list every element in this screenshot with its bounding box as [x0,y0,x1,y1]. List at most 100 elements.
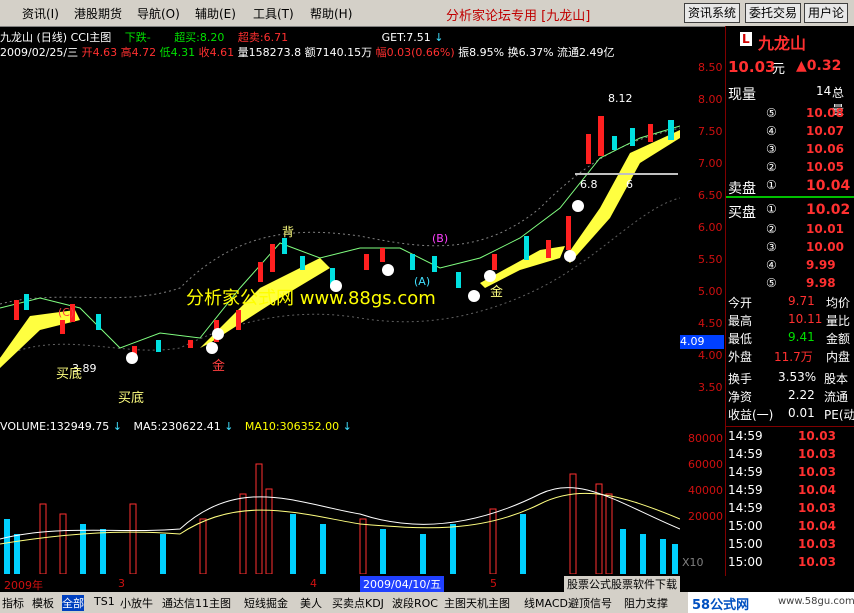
download-banner[interactable]: 股票公式股票软件下载 [564,576,680,592]
panel-stock-name: 九龙山 [758,34,807,53]
wave-c-label: (C) [58,306,74,319]
stat-value: 3.53% [778,370,817,384]
price-tick: 4.50 [698,317,723,330]
stat-value: 9.71 [788,294,815,308]
stock-name: 九龙山 [0,31,33,44]
tick-time: 14:59 [728,501,763,515]
price-tick: 6.00 [698,221,723,234]
price-tick: 5.00 [698,285,723,298]
stat-label: 最低 [728,332,753,346]
quote-info-bar: 九龙山 (日线) CCI主图 下跌- 超买:8.20 超卖:6.71 GET:7… [0,26,680,59]
tab-short-line[interactable]: 短线掘金 [244,595,288,611]
tick-time: 15:00 [728,555,763,569]
tab-top-signal[interactable]: 避顶信号 [568,595,612,611]
ask-level: ⑤ [766,106,777,120]
tab-xiaofangniu[interactable]: 小放牛 [120,595,153,611]
lower-channel-line [0,197,680,359]
ma-line [0,125,680,349]
tab-meiren[interactable]: 美人 [300,595,322,611]
tab-indicator[interactable]: 指标 [2,595,24,611]
bid1-price: 10.02 [806,202,851,218]
bid-level: ① [766,202,777,216]
tab-support[interactable]: 阻力支撑 [624,595,668,611]
menu-item-help[interactable]: 帮助(H) [310,5,352,22]
tick-time: 15:00 [728,537,763,551]
tab-ts1[interactable]: TS1 [94,595,115,608]
tick-price: 10.03 [798,501,836,515]
tick-list: 14:59 10.03 14:59 10.03 14:59 10.03 14:59 10… [726,426,854,569]
menu-item-hk-futures[interactable]: 港股期货 [74,5,122,22]
info-system-button[interactable]: 资讯系统 [684,3,741,23]
down-arrow-icon: ↓ [434,31,444,44]
menu-item-assist[interactable]: 辅助(E) [195,5,236,22]
volume-header: VOLUME:132949.75 ↓ MA5:230622.41 ↓ MA10:… [0,420,352,433]
price-6-label: 6 [626,178,633,191]
high-price-label: 8.12 [608,92,633,105]
period-label[interactable]: (日线) [37,31,68,44]
buy-bottom-label-1: 买底 [56,366,82,382]
tick-price: 10.03 [798,537,836,551]
volume-tick: 20000 [688,510,723,523]
panel-price: 10.03 [728,58,776,76]
logo-badge: L [740,32,752,46]
stat-value: 11.7万 [774,350,813,364]
indicator-tab-bar: 指标 模板 全部 TS1 小放牛 通达信11主图 短线掘金 美人 买卖点KDJ … [0,592,854,613]
date-mark: 3 [118,577,125,590]
buy-markers[interactable] [126,200,584,364]
stat-value: 0.01 [788,406,815,420]
stat-label: 今开 [728,296,753,310]
menu-item-nav[interactable]: 导航(O) [137,5,180,22]
tick-time: 14:59 [728,447,763,461]
stat-tail: 股本 [824,372,849,386]
stat-tail: PE(动 [824,408,854,422]
tab-all[interactable]: 全部 [62,595,84,611]
price-tick: 5.50 [698,253,723,266]
trade-button[interactable]: 委托交易 [745,3,802,23]
ask-price: 10.05 [806,160,844,174]
tab-roc[interactable]: 波段ROC [392,595,438,611]
ask-label: 卖盘 [728,181,756,197]
overbuy-label: 超买:8.20 [174,31,225,44]
menu-item-info[interactable]: 资讯(I) [22,5,59,22]
ask-level: ② [766,160,777,174]
tab-tdx11[interactable]: 通达信11主图 [162,595,231,611]
volume-chart[interactable] [0,434,680,574]
price-chart[interactable]: 分析家公式网 www.88gs.com 8.12 3.89 买底 买底 金 金 … [0,58,680,418]
bid-level: ③ [766,240,777,254]
menu-item-tools[interactable]: 工具(T) [253,5,294,22]
indicator-label[interactable]: CCI主图 [71,31,112,44]
trend-band-4 [565,130,680,263]
stat-tail: 流通 [824,390,849,404]
ask-price: 10.07 [806,124,844,138]
stat-value: 2.22 [788,388,815,402]
bid-level: ④ [766,258,777,272]
tick-time: 14:59 [728,429,763,443]
ma10-value: MA10:306352.00 [244,420,340,433]
ask-level: ④ [766,124,777,138]
tab-tianji[interactable]: 主图天机主图 [444,595,510,611]
volume-bars [4,463,678,574]
tab-template[interactable]: 模板 [32,595,54,611]
stat-tail: 均价 [826,296,851,310]
price-6-8-label: 6.8 [580,178,598,191]
price-axis: 8.50 8.00 7.50 7.00 6.50 6.00 5.50 5.00 … [680,58,725,418]
stat-label: 换手 [728,372,753,386]
tab-macd[interactable]: 线MACD [524,595,568,611]
price-tick: 4.00 [698,349,723,362]
stat-value: 9.41 [788,330,815,344]
tick-time: 14:59 [728,483,763,497]
tick-price: 10.03 [798,429,836,443]
price-tick: 3.50 [698,381,723,394]
stat-label: 净资 [728,390,753,404]
stat-label: 最高 [728,314,753,328]
date-mark: 5 [490,577,497,590]
stat-label: 外盘 [728,350,753,364]
date-year: 2009年 [4,579,43,592]
gold-label-2: 金 [490,284,503,300]
date-axis: 2009年 3 4 5 2009/04/10/五 股票公式股票软件下载 [0,576,680,592]
forum-button[interactable]: 用户论 [804,3,849,23]
quote-panel: L 九龙山 10.03 元 ▲0.32 现量 14 总量 ⑤ 10.08 ④ 10.… [725,26,854,576]
volume-tick: 60000 [688,458,723,471]
tab-kdj[interactable]: 买卖点KDJ [332,595,384,611]
ask-price: 10.08 [806,106,844,120]
